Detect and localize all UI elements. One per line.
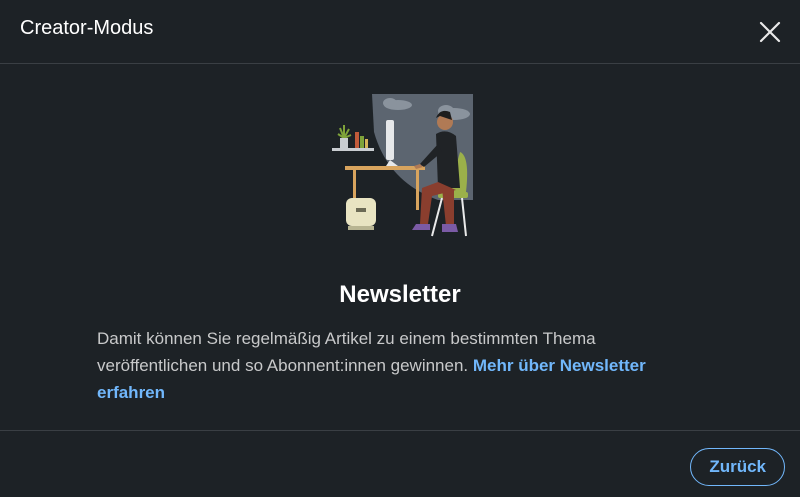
dialog-footer: Zurück	[0, 430, 800, 497]
creator-mode-dialog: Creator-Modus Newsletter Damit können Si…	[0, 0, 800, 497]
back-button[interactable]: Zurück	[690, 448, 785, 486]
newsletter-heading: Newsletter	[339, 281, 461, 308]
newsletter-description: Damit können Sie regelmäßig Artikel zu e…	[97, 325, 707, 406]
newsletter-illustration	[328, 92, 474, 238]
dialog-header: Creator-Modus	[0, 0, 800, 64]
dialog-title: Creator-Modus	[20, 17, 154, 39]
close-button[interactable]	[758, 20, 782, 44]
close-icon	[759, 21, 781, 43]
